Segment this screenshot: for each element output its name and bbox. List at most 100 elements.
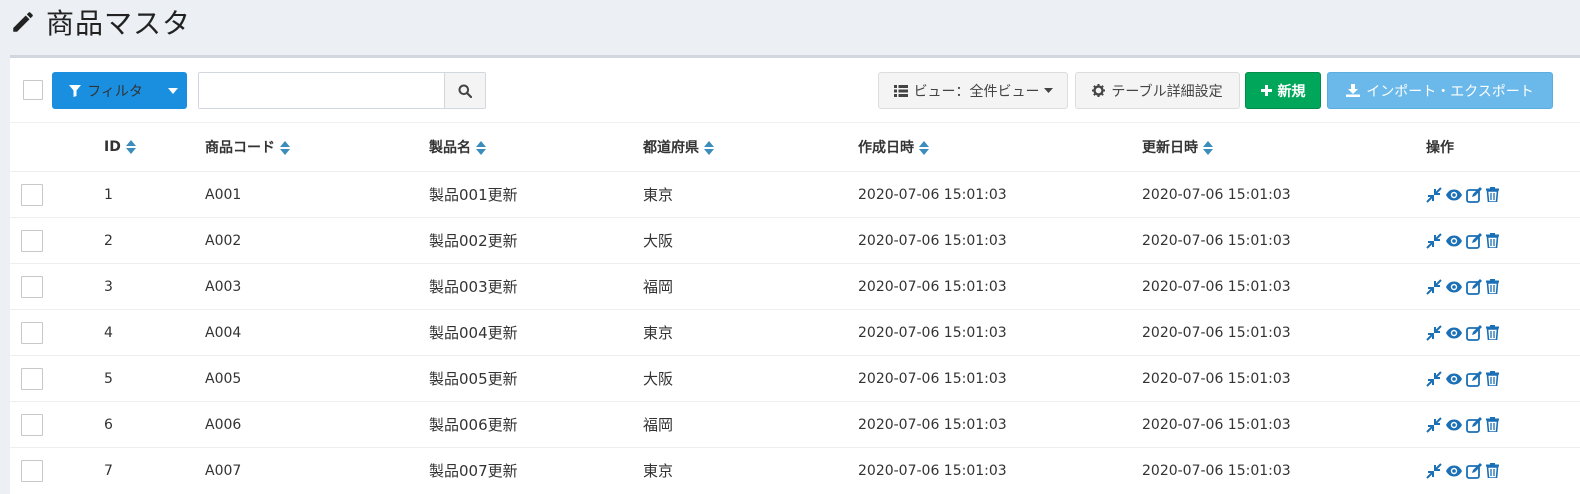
edit-icon[interactable] [1466,324,1483,341]
row-checkbox[interactable] [21,275,43,298]
compress-icon[interactable] [1426,278,1442,295]
table-row: 6 A006 製品006更新 福岡 2020-07-06 15:01:03 20… [10,401,1580,448]
cell-ops [1426,171,1580,218]
cell-name: 製品004更新 [429,309,643,356]
filter-button[interactable]: フィルタ [52,72,160,109]
cell-code: A003 [205,263,429,310]
cell-code: A002 [205,217,429,264]
header-name[interactable]: 製品名 [429,122,643,172]
settings-label: テーブル詳細設定 [1111,83,1223,100]
trash-icon[interactable] [1486,463,1499,478]
sort-icon [476,141,486,155]
trash-icon[interactable] [1486,279,1499,294]
compress-icon[interactable] [1426,416,1442,433]
import-export-button[interactable]: インポート・エクスポート [1327,72,1553,109]
row-checkbox[interactable] [21,183,43,206]
header-updated[interactable]: 更新日時 [1142,122,1426,172]
content-box: フィルタ ビュー：全件ビュー テーブル詳細設定 新規 インポート・エクスポート … [10,55,1580,494]
select-all-checkbox[interactable] [23,80,43,100]
header-code[interactable]: 商品コード [205,122,429,172]
sort-icon [1203,141,1213,155]
view-label: ビュー：全件ビュー [913,83,1040,100]
search-input[interactable] [199,73,444,108]
table-header-row: ID 商品コード 製品名 都道府県 作成日時 更新日時 操作 [10,122,1580,172]
row-checkbox[interactable] [21,229,43,252]
compress-icon[interactable] [1426,324,1442,341]
cell-id: 5 [104,355,205,402]
page-header: 商品マスタ [10,0,191,44]
cell-id: 3 [104,263,205,310]
header-updated-label: 更新日時 [1142,140,1198,156]
cell-updated: 2020-07-06 15:01:03 [1142,401,1426,448]
table-settings-button[interactable]: テーブル詳細設定 [1075,72,1240,109]
cell-code: A006 [205,401,429,448]
compress-icon[interactable] [1426,462,1442,479]
eye-icon[interactable] [1445,464,1463,478]
row-checkbox-cell [10,171,104,218]
toolbar: フィルタ ビュー：全件ビュー テーブル詳細設定 新規 インポート・エクスポート [10,70,1580,110]
edit-icon[interactable] [1466,416,1483,433]
eye-icon[interactable] [1445,418,1463,432]
search-button[interactable] [444,73,485,108]
plus-icon [1260,85,1272,96]
cell-updated: 2020-07-06 15:01:03 [1142,309,1426,356]
row-checkbox-cell [10,309,104,356]
header-ops: 操作 [1426,122,1580,172]
edit-icon[interactable] [1466,462,1483,479]
trash-icon[interactable] [1486,417,1499,432]
edit-icon[interactable] [1466,186,1483,203]
header-id[interactable]: ID [104,122,205,172]
row-checkbox[interactable] [21,367,43,390]
trash-icon[interactable] [1486,371,1499,386]
edit-icon[interactable] [1466,370,1483,387]
filter-label: フィルタ [87,83,143,100]
header-checkbox-cell [10,122,104,172]
cell-pref: 東京 [643,171,858,218]
header-pref[interactable]: 都道府県 [643,122,858,172]
search-icon [458,84,472,98]
eye-icon[interactable] [1445,326,1463,340]
cell-code: A001 [205,171,429,218]
row-checkbox[interactable] [21,459,43,482]
sort-icon [919,141,929,155]
cell-created: 2020-07-06 15:01:03 [858,263,1142,310]
compress-icon[interactable] [1426,370,1442,387]
filter-icon [69,84,82,97]
view-select-button[interactable]: ビュー：全件ビュー [878,72,1068,109]
table-row: 7 A007 製品007更新 東京 2020-07-06 15:01:03 20… [10,447,1580,493]
cell-created: 2020-07-06 15:01:03 [858,309,1142,356]
filter-dropdown-button[interactable] [159,72,187,109]
cell-name: 製品006更新 [429,401,643,448]
table-row: 1 A001 製品001更新 東京 2020-07-06 15:01:03 20… [10,171,1580,218]
cell-pref: 大阪 [643,355,858,402]
trash-icon[interactable] [1486,233,1499,248]
edit-icon[interactable] [1466,278,1483,295]
cell-pref: 大阪 [643,217,858,264]
edit-icon[interactable] [1466,232,1483,249]
compress-icon[interactable] [1426,232,1442,249]
eye-icon[interactable] [1445,234,1463,248]
compress-icon[interactable] [1426,186,1442,203]
trash-icon[interactable] [1486,325,1499,340]
eye-icon[interactable] [1445,280,1463,294]
product-table: ID 商品コード 製品名 都道府県 作成日時 更新日時 操作 1 A001 製品… [10,122,1580,493]
row-checkbox-cell [10,401,104,448]
header-created[interactable]: 作成日時 [858,122,1142,172]
row-checkbox[interactable] [21,321,43,344]
new-button[interactable]: 新規 [1245,72,1321,109]
header-code-label: 商品コード [205,140,275,156]
row-checkbox[interactable] [21,413,43,436]
eye-icon[interactable] [1445,372,1463,386]
cell-pref: 福岡 [643,263,858,310]
trash-icon[interactable] [1486,187,1499,202]
cell-updated: 2020-07-06 15:01:03 [1142,355,1426,402]
caret-down-icon [1043,88,1053,93]
cell-id: 7 [104,447,205,493]
cell-ops [1426,217,1580,264]
cell-id: 4 [104,309,205,356]
eye-icon[interactable] [1445,188,1463,202]
caret-down-icon [168,87,178,94]
cell-id: 1 [104,171,205,218]
cell-name: 製品001更新 [429,171,643,218]
sort-icon [125,140,136,154]
